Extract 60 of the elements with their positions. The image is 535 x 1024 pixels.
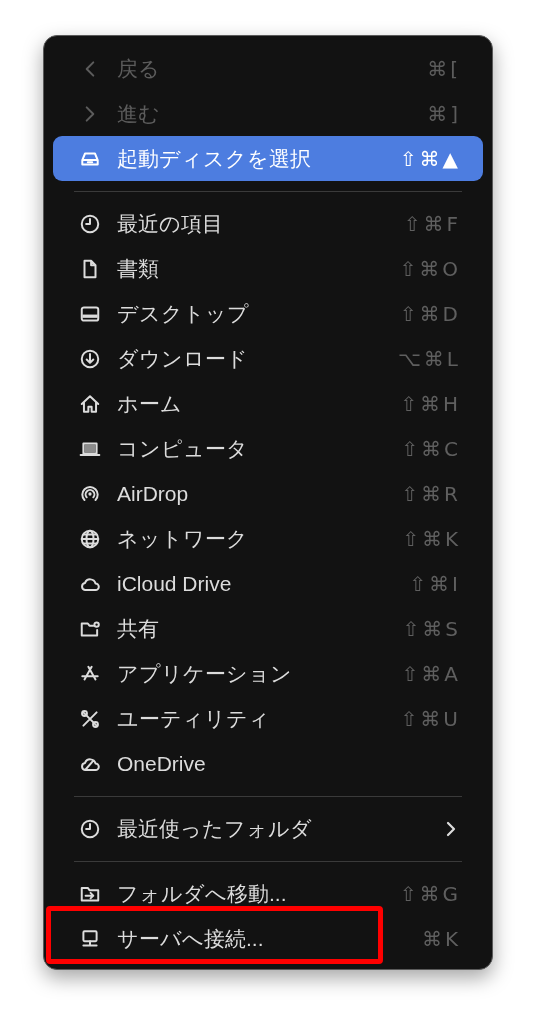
menu-item[interactable]: コンピュータ ⇧⌘C	[53, 426, 483, 471]
menu-item-label: 戻る	[117, 55, 160, 82]
menu-item-label: 共有	[117, 615, 159, 642]
menu-item[interactable]: 最近使ったフォルダ	[53, 806, 483, 851]
shortcut-text: ⌘[	[427, 55, 461, 83]
menu-item-label: ネットワーク	[117, 525, 248, 552]
shortcut-text: ⇧⌘U	[400, 705, 461, 733]
menu-item[interactable]: 書類 ⇧⌘O	[53, 246, 483, 291]
shortcut-text: ⇧⌘D	[399, 300, 461, 328]
menu-item[interactable]: ネットワーク ⇧⌘K	[53, 516, 483, 561]
globe-icon	[79, 527, 101, 550]
shortcut-text: ⇧⌘G	[399, 880, 461, 908]
menu-item-label: ユーティリティ	[117, 705, 270, 732]
menu-item[interactable]: ダウンロード ⌥⌘L	[53, 336, 483, 381]
shortcut-text: ⇧⌘C	[401, 435, 461, 463]
shortcut-text: ⇧⌘F	[403, 210, 461, 238]
clock-icon	[79, 817, 101, 840]
menu-item[interactable]: ユーティリティ ⇧⌘U	[53, 696, 483, 741]
menu-item[interactable]: デスクトップ ⇧⌘D	[53, 291, 483, 336]
menu-item-label: デスクトップ	[117, 300, 249, 327]
shortcut-text: ⌘K	[421, 925, 461, 953]
menu-item[interactable]: AirDrop ⇧⌘R	[53, 471, 483, 516]
shortcut-text: ⇧⌘I	[409, 570, 461, 598]
shortcut-text: ⇧⌘K	[402, 525, 461, 553]
menu-item[interactable]: ホーム ⇧⌘H	[53, 381, 483, 426]
menu-item-label: ホーム	[117, 390, 182, 417]
shortcut-text: ⇧⌘▲	[399, 145, 461, 173]
menu-item[interactable]: アプリケーション ⇧⌘A	[53, 651, 483, 696]
menu-item[interactable]: フォルダへ移動... ⇧⌘G	[53, 871, 483, 916]
menu-item[interactable]: OneDrive	[53, 741, 483, 786]
menu-item-label: AirDrop	[117, 480, 189, 507]
menu-item[interactable]: 最近の項目 ⇧⌘F	[53, 201, 483, 246]
shortcut-text: ⇧⌘R	[401, 480, 461, 508]
menu-item[interactable]: 起動ディスクを選択 ⇧⌘▲	[53, 136, 483, 181]
menu-item-label: 最近の項目	[117, 210, 223, 237]
menu-item-label: 起動ディスクを選択	[117, 145, 311, 172]
shortcut-text: ⇧⌘O	[399, 255, 461, 283]
menu-item-label: フォルダへ移動...	[117, 880, 287, 907]
tools-icon	[79, 707, 101, 730]
menu-item-label: ダウンロード	[117, 345, 248, 372]
monitor-icon	[79, 927, 101, 950]
menu-item-label: コンピュータ	[117, 435, 248, 462]
shortcut-text: ⇧⌘A	[401, 660, 461, 688]
menu-item-label: iCloud Drive	[117, 570, 232, 597]
home-icon	[79, 392, 101, 415]
menu-item[interactable]: 共有 ⇧⌘S	[53, 606, 483, 651]
shortcut-text: ⌘]	[427, 100, 461, 128]
clock-icon	[79, 212, 101, 235]
menu-item[interactable]: iCloud Drive ⇧⌘I	[53, 561, 483, 606]
download-icon	[79, 347, 101, 370]
menu-item[interactable]: サーバへ接続... ⌘K	[53, 916, 483, 961]
menu-item-label: サーバへ接続...	[117, 925, 264, 952]
shortcut-text: ⌥⌘L	[397, 345, 461, 373]
shortcut-text: ⇧⌘H	[400, 390, 461, 418]
menu-item-label: 進む	[117, 100, 160, 127]
shortcut-text: ⇧⌘S	[402, 615, 461, 643]
menu-item-label: OneDrive	[117, 750, 206, 777]
menu-item-label: アプリケーション	[117, 660, 292, 687]
menu-item-label: 最近使ったフォルダ	[117, 815, 312, 842]
menu-item-label: 書類	[117, 255, 159, 282]
